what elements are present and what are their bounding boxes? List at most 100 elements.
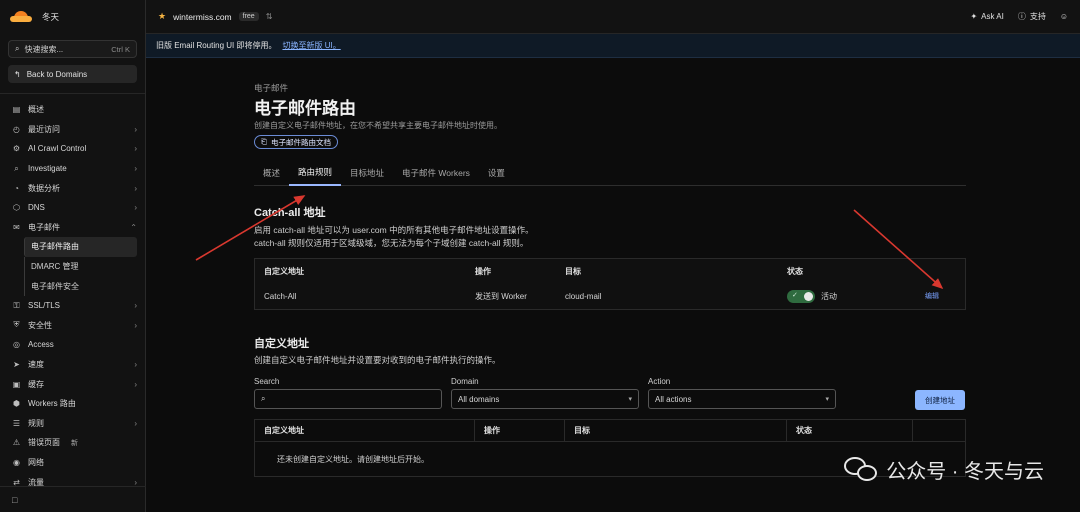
check-icon: ✓ xyxy=(792,291,798,299)
chevron-right-icon: › xyxy=(134,379,137,389)
collapse-sidebar-button[interactable]: □ xyxy=(0,486,146,512)
chevron-right-icon: › xyxy=(134,301,137,311)
switch-domain-icon[interactable]: ⇅ xyxy=(266,12,273,21)
catchall-line-2: catch-all 规则仅适用于区域级域，您无法为每个子域创建 catch-al… xyxy=(254,238,529,248)
chevron-down-icon: ▾ xyxy=(628,396,632,403)
tab[interactable]: 概述 xyxy=(254,160,289,186)
sidebar-item[interactable]: ⚙ AI Crawl Control › xyxy=(0,139,145,159)
cloudflare-logo-icon xyxy=(10,11,32,23)
sidebar-subitem[interactable]: 电子邮件路由 xyxy=(24,237,137,257)
tab[interactable]: 目标地址 xyxy=(341,160,393,186)
speed-icon: ➤ xyxy=(13,360,20,370)
sidebar-item[interactable]: ◴ 最近访问 › xyxy=(0,120,145,140)
sidebar-item[interactable]: ▤ 概述 xyxy=(0,100,145,120)
sidebar-subitem[interactable]: DMARC 管理 xyxy=(24,256,145,277)
chevron-right-icon: › xyxy=(134,144,137,154)
header-status: 状态 xyxy=(787,419,913,442)
chevron-right-icon: › xyxy=(134,183,137,193)
sidebar-item[interactable]: ◉ 网络 xyxy=(0,453,145,473)
header-action: 操作 xyxy=(475,419,565,442)
sidebar-divider xyxy=(0,93,145,94)
user-menu-button[interactable]: ☺ xyxy=(1060,12,1068,21)
sidebar-item-email[interactable]: ✉ 电子邮件 ⌃ xyxy=(0,218,145,238)
sidebar-item-label: Access xyxy=(28,340,54,350)
rules-icon: ☰ xyxy=(12,418,21,428)
catchall-edit-link[interactable]: 编辑 xyxy=(925,291,965,301)
tab-bar: 概述 路由规则 目标地址 电子邮件 Workers 设置 xyxy=(254,160,966,186)
tab[interactable]: 设置 xyxy=(479,160,514,186)
sidebar-item[interactable]: ⚿ SSL/TLS › xyxy=(0,296,145,316)
lock-icon: ⚿ xyxy=(13,300,20,310)
sidebar-item[interactable]: ▣ 缓存 › xyxy=(0,374,145,394)
breadcrumb[interactable]: 电子邮件 xyxy=(254,82,288,94)
docs-button[interactable]: ⎗ 电子邮件路由文档 xyxy=(254,135,338,149)
sidebar-item-label: Workers 路由 xyxy=(28,399,76,409)
action-select[interactable]: All actions ▾ xyxy=(648,389,836,409)
chevron-right-icon: › xyxy=(134,164,137,174)
tab[interactable]: 电子邮件 Workers xyxy=(393,160,479,186)
top-actions: ✦ Ask AI ⓘ 支持 ☺ xyxy=(970,11,1068,22)
custom-search-input[interactable]: ⌕ xyxy=(254,389,442,409)
catchall-line-1: 启用 catch-all 地址可以为 user.com 中的所有其他电子邮件地址… xyxy=(254,225,534,235)
catchall-address: Catch-All xyxy=(264,291,297,301)
sidebar-item[interactable]: ⬡ DNS › xyxy=(0,198,145,218)
switch-new-ui-link[interactable]: 切换至新版 UI。 xyxy=(282,40,340,51)
file-icon: ▤ xyxy=(12,105,21,115)
page-title: 电子邮件路由 xyxy=(254,99,356,118)
sparkle-icon: ✦ xyxy=(970,12,978,21)
domain-name[interactable]: wintermiss.com xyxy=(173,12,232,22)
catchall-status-toggle[interactable]: ✓ xyxy=(787,289,815,303)
tab[interactable]: 路由规则 xyxy=(289,160,342,186)
back-arrow-icon: ↰ xyxy=(14,69,21,79)
catchall-target: cloud-mail xyxy=(565,291,602,301)
header-status: 状态 xyxy=(787,266,803,276)
chevron-right-icon: › xyxy=(134,124,137,134)
header-target: 目标 xyxy=(565,266,581,276)
sidebar-item[interactable]: ⌕ Investigate › xyxy=(0,159,145,179)
sidebar-item-label: Investigate xyxy=(28,164,67,174)
sidebar-item[interactable]: ➤ 速度 › xyxy=(0,355,145,375)
sidebar-item-label: 速度 xyxy=(28,360,44,370)
chevron-right-icon: › xyxy=(134,320,137,330)
wechat-icon xyxy=(844,456,878,483)
sidebar-item-label: AI Crawl Control xyxy=(28,144,87,154)
sidebar: 冬天 ⌕ 快速搜索... Ctrl K ↰ Back to Domains ▤ 概… xyxy=(0,0,146,512)
header-address: 自定义地址 xyxy=(264,266,304,276)
new-badge: 新 xyxy=(71,439,78,447)
search-shortcut: Ctrl K xyxy=(111,44,130,54)
page-description: 创建自定义电子邮件地址，在您不希望共享主要电子邮件地址时使用。 xyxy=(254,121,502,130)
quick-search-input[interactable]: ⌕ 快速搜索... Ctrl K xyxy=(8,40,137,58)
plan-badge: free xyxy=(238,12,259,21)
ask-ai-button[interactable]: ✦ Ask AI xyxy=(970,12,1003,21)
sidebar-item-label: DNS xyxy=(28,203,45,213)
sidebar-item-label: 错误页面 xyxy=(28,438,60,448)
back-to-domains-button[interactable]: ↰ Back to Domains xyxy=(8,65,137,83)
document-icon: ⎗ xyxy=(261,137,267,146)
sidebar-item-label: 数据分析 xyxy=(28,183,60,193)
star-icon[interactable]: ★ xyxy=(158,11,166,22)
sidebar-item[interactable]: ◔ 数据分析 › xyxy=(0,178,145,198)
user-icon: ☺ xyxy=(1059,12,1068,21)
sidebar-item[interactable]: ⛨ 安全性 › xyxy=(0,316,145,336)
network-icon: ◉ xyxy=(13,457,20,467)
sidebar-subitem[interactable]: 电子邮件安全 xyxy=(24,276,145,296)
brand[interactable]: 冬天 xyxy=(0,0,145,34)
shield-icon: ⛨ xyxy=(13,320,20,330)
search-icon: ⌕ xyxy=(261,394,266,403)
chevron-right-icon: › xyxy=(134,360,137,370)
access-icon: ◎ xyxy=(13,340,20,350)
header-action: 操作 xyxy=(475,266,491,276)
search-icon: ⌕ xyxy=(15,44,20,53)
domain-select[interactable]: All domains ▾ xyxy=(451,389,639,409)
chevron-right-icon: › xyxy=(134,203,137,213)
mail-icon: ✉ xyxy=(13,222,20,232)
custom-description: 创建自定义电子邮件地址并设置要对收到的电子邮件执行的操作。 xyxy=(254,355,501,365)
sidebar-item[interactable]: ☰ 规则 › xyxy=(0,414,145,434)
search-label: Search xyxy=(254,377,280,386)
clock-icon: ◴ xyxy=(13,124,20,134)
sidebar-item[interactable]: ◎ Access xyxy=(0,335,145,355)
create-address-button[interactable]: 创建地址 xyxy=(915,390,965,410)
sidebar-item[interactable]: ⬢ Workers 路由 xyxy=(0,394,145,414)
support-button[interactable]: ⓘ 支持 xyxy=(1018,11,1046,22)
sidebar-item[interactable]: ⚠ 错误页面 新 xyxy=(0,433,145,453)
